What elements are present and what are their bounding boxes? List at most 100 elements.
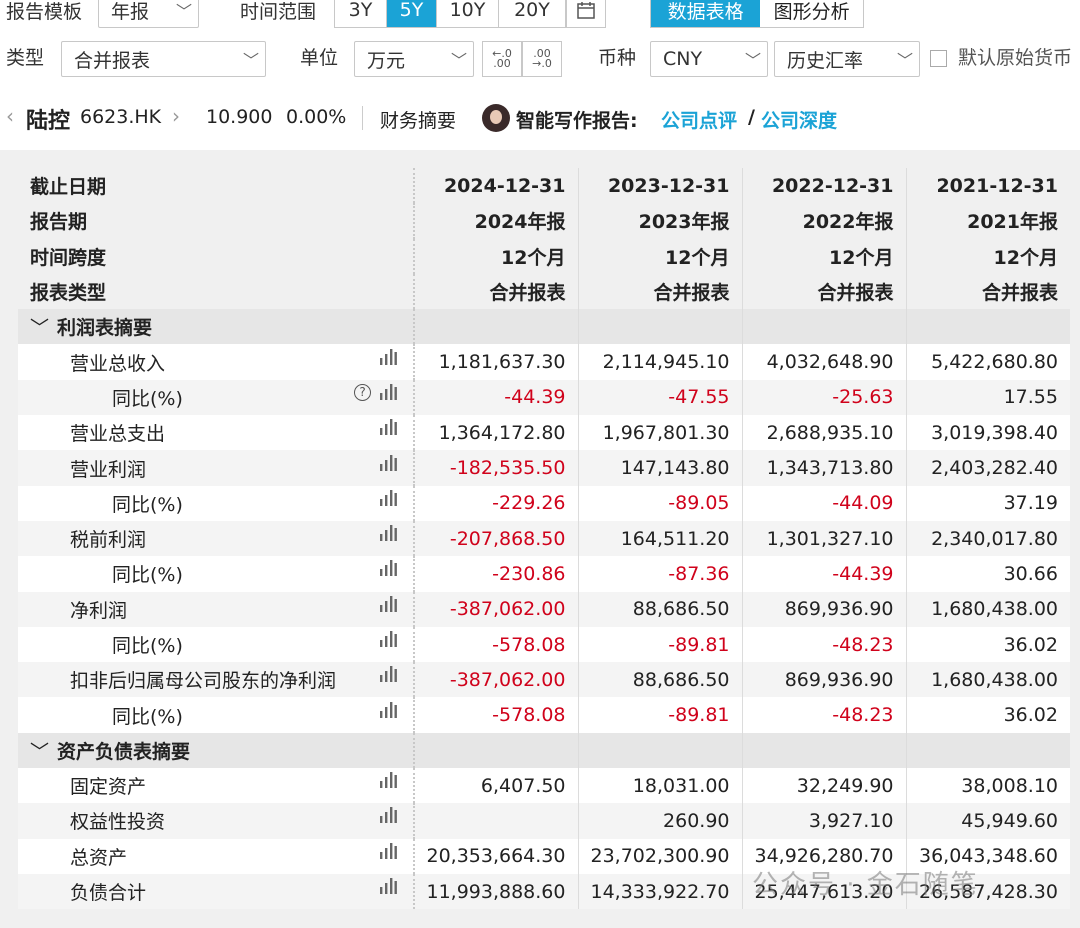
row-label: 营业总支出: [70, 423, 166, 446]
next-stock-icon[interactable]: ›: [172, 104, 180, 128]
chevron-down-icon[interactable]: ﹀: [30, 741, 49, 763]
original-currency-checkbox[interactable]: [930, 50, 947, 67]
template-label: 报告模板: [6, 1, 83, 23]
cell-value: 6,407.50: [414, 768, 579, 804]
cell-value: 164,511.20: [578, 520, 743, 557]
chevron-down-icon: ﹀: [450, 51, 467, 70]
cell-value: 4,032,648.90: [742, 344, 907, 380]
cell-value: 2,688,935.10: [742, 415, 907, 451]
row-label: 权益性投资: [70, 811, 166, 834]
prev-stock-icon[interactable]: ‹: [6, 104, 14, 128]
cell-value: 36.02: [906, 626, 1070, 663]
cell-value: -89.81: [578, 697, 743, 733]
cell-value: 2,114,945.10: [578, 344, 743, 380]
calendar-button[interactable]: [566, 0, 606, 28]
increase-decimal-button[interactable]: .00 →.0: [522, 41, 562, 77]
table-row: 同比(%) -229.26 -89.05 -44.09 37.19: [18, 485, 1070, 521]
cell-value: 869,936.90: [742, 591, 907, 627]
cell-value: 1,343,713.80: [742, 450, 907, 486]
header-label: 报表类型: [18, 273, 415, 310]
cell-value: 88,686.50: [578, 591, 743, 627]
divider: [362, 106, 363, 130]
row-label: 总资产: [70, 846, 128, 869]
cell-value: -578.08: [414, 697, 579, 733]
help-icon[interactable]: ?: [354, 383, 371, 401]
ai-report-label: 智能写作报告:: [516, 110, 638, 132]
financial-summary-table: 截止日期 2024-12-31 2023-12-31 2022-12-31 2021-1…: [18, 168, 1070, 910]
link-company-depth[interactable]: 公司深度: [761, 106, 837, 133]
cell-value: 2,340,017.80: [906, 520, 1070, 557]
table-row: 同比(%) -230.86 -87.36 -44.39 30.66: [18, 556, 1070, 592]
cell-value: -47.55: [578, 379, 743, 416]
cell-value: -89.05: [578, 485, 743, 521]
currency-select[interactable]: CNY ﹀: [650, 41, 768, 77]
range-option-20y[interactable]: 20Y: [499, 0, 565, 27]
link-company-review[interactable]: 公司点评: [661, 106, 737, 133]
section-row[interactable]: ﹀ 资产负债表摘要: [18, 732, 1070, 769]
tab-chart-analysis[interactable]: 图形分析: [760, 0, 863, 27]
range-label: 时间范围: [240, 1, 317, 23]
cell-value: -182,535.50: [414, 450, 579, 486]
cell-value: -578.08: [414, 626, 579, 663]
table-row: 固定资产 6,407.50 18,031.00 32,249.90 38,008.10: [18, 768, 1070, 804]
increase-decimal-icon: .00 →.0: [532, 47, 552, 70]
range-option-5y[interactable]: 5Y: [387, 0, 437, 27]
range-option-3y[interactable]: 3Y: [335, 0, 387, 27]
bar-chart-icon[interactable]: [379, 525, 397, 542]
range-option-10y[interactable]: 10Y: [437, 0, 499, 27]
cell-value: 2,403,282.40: [906, 450, 1070, 486]
type-select[interactable]: 合并报表 ﹀: [61, 41, 266, 77]
template-select[interactable]: 年报 ﹀: [98, 0, 199, 28]
chevron-down-icon: ﹀: [896, 51, 913, 70]
header-row: 时间跨度 12个月 12个月 12个月 12个月: [18, 238, 1070, 274]
row-label: 同比(%): [112, 564, 183, 587]
header-value: 2023-12-31: [578, 168, 743, 204]
chevron-down-icon: ﹀: [744, 51, 761, 70]
table-row: 税前利润 -207,868.50 164,511.20 1,301,327.10 2,3…: [18, 520, 1070, 557]
cell-value: 32,249.90: [742, 768, 907, 804]
cell-value: 23,702,300.90: [578, 838, 743, 874]
row-label: 同比(%): [112, 493, 183, 516]
decrease-decimal-button[interactable]: ←.0.00: [482, 41, 522, 77]
unit-select[interactable]: 万元 ﹀: [354, 41, 474, 77]
exchange-rate-value: 历史汇率: [787, 49, 864, 72]
currency-select-value: CNY: [663, 48, 703, 70]
unit-label: 单位: [300, 47, 339, 69]
bar-chart-icon[interactable]: [379, 489, 397, 506]
bar-chart-icon[interactable]: [379, 595, 397, 612]
table-row: 同比(%) -578.08 -89.81 -48.23 36.02: [18, 697, 1070, 733]
stock-name: 陆控: [26, 109, 71, 134]
bar-chart-icon[interactable]: [379, 807, 397, 824]
bar-chart-icon[interactable]: [379, 348, 397, 365]
header-value: 12个月: [742, 238, 907, 274]
header-label: 报告期: [18, 203, 415, 239]
header-row: 报告期 2024年报 2023年报 2022年报 2021年报: [18, 203, 1070, 239]
cell-value: -89.81: [578, 626, 743, 663]
bar-chart-icon[interactable]: [379, 772, 397, 789]
cell-value: -44.39: [414, 379, 579, 416]
chevron-down-icon[interactable]: ﹀: [30, 317, 49, 339]
cell-value: 37.19: [906, 485, 1070, 521]
bar-chart-icon[interactable]: [379, 878, 397, 895]
bar-chart-icon[interactable]: [379, 666, 397, 683]
cell-value: 45,949.60: [906, 803, 1070, 839]
bar-chart-icon[interactable]: [379, 384, 397, 401]
bar-chart-icon[interactable]: [379, 419, 397, 436]
cell-value: 11,993,888.60: [414, 873, 579, 910]
bar-chart-icon[interactable]: [379, 454, 397, 471]
table-row: 扣非后归属母公司股东的净利润 -387,062.00 88,686.50 869,93…: [18, 662, 1070, 698]
header-value: 12个月: [414, 238, 579, 274]
bar-chart-icon[interactable]: [379, 842, 397, 859]
bar-chart-icon[interactable]: [379, 631, 397, 647]
bar-chart-icon[interactable]: [379, 560, 397, 577]
cell-value: -387,062.00: [414, 662, 579, 698]
stock-code: 6623.HK: [80, 106, 162, 128]
cell-value: 1,967,801.30: [578, 415, 743, 451]
exchange-rate-select[interactable]: 历史汇率 ﹀: [774, 41, 920, 77]
cell-value: 5,422,680.80: [906, 344, 1070, 380]
section-row[interactable]: ﹀ 利润表摘要: [18, 309, 1070, 345]
bar-chart-icon[interactable]: [379, 701, 397, 718]
tab-data-table[interactable]: 数据表格: [651, 0, 761, 27]
row-label: 营业利润: [70, 458, 147, 481]
calendar-icon: [577, 2, 595, 19]
